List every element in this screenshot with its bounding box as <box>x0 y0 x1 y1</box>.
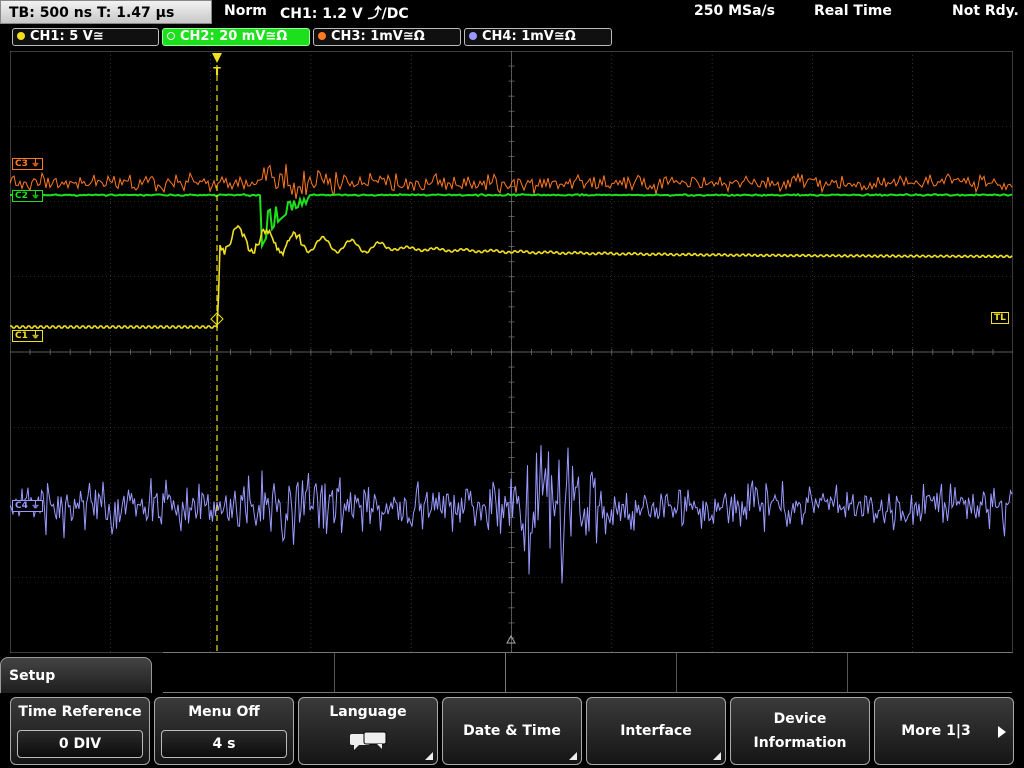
ch2-marker-label: C2 <box>15 191 28 201</box>
submenu-indicator-icon <box>425 752 433 760</box>
time-reference-label: Time Reference <box>18 704 142 720</box>
ch4-color-dot-icon <box>469 32 477 40</box>
ch4-offset-marker[interactable]: C4 ⏚ <box>12 500 44 512</box>
channel-tab-ch4[interactable]: CH4: 1mV≅Ω <box>464 28 612 46</box>
channel-tab-ch2[interactable]: CH2: 20 mV≅Ω <box>162 28 310 46</box>
time-reference-button[interactable]: Time Reference 0 DIV <box>10 697 150 765</box>
waveform-display[interactable]: T C3 ⏚ C2 ⏚ C1 ⏚ C4 ⏚ TL <box>10 51 1013 653</box>
language-speech-bubbles-icon <box>350 731 387 750</box>
timebase-readout[interactable]: TB: 500 ns T: 1.47 µs <box>0 0 212 24</box>
ch3-color-dot-icon <box>318 32 326 40</box>
trigger-level-label: TL <box>994 313 1006 323</box>
waveform-canvas: T <box>10 51 1013 653</box>
menu-divider <box>334 653 335 692</box>
device-information-label: Device Information <box>753 711 847 751</box>
more-label: More 1|3 <box>901 723 971 739</box>
ch2-color-dot-icon <box>167 32 175 40</box>
interface-button[interactable]: Interface <box>586 697 726 765</box>
status-bar: TB: 500 ns T: 1.47 µs Norm CH1: 1.2 V ⤴/… <box>0 0 1024 26</box>
submenu-indicator-icon <box>713 752 721 760</box>
menu-off-value: 4 s <box>161 730 287 758</box>
channel-tab-ch1-label: CH1: 5 V≅ <box>30 29 104 44</box>
acquisition-status: Not Rdy. <box>952 3 1019 19</box>
time-reference-value: 0 DIV <box>17 730 143 758</box>
language-label: Language <box>329 704 407 720</box>
ch1-marker-label: C1 <box>15 331 28 341</box>
acquisition-mode: Real Time <box>814 3 892 19</box>
ch2-offset-marker[interactable]: C2 ⏚ <box>12 190 44 202</box>
channel-tab-ch4-label: CH4: 1mV≅Ω <box>482 29 576 44</box>
language-button[interactable]: Language <box>298 697 438 765</box>
trigger-info: CH1: 1.2 V ⤴/DC <box>280 6 409 22</box>
trigger-level-marker[interactable]: TL <box>991 312 1009 324</box>
menu-off-button[interactable]: Menu Off 4 s <box>154 697 294 765</box>
ch3-offset-marker[interactable]: C3 ⏚ <box>12 158 44 170</box>
date-time-button[interactable]: Date & Time <box>442 697 582 765</box>
device-information-button[interactable]: Device Information <box>730 697 870 765</box>
ch3-marker-label: C3 <box>15 159 28 169</box>
channel-tab-ch3-label: CH3: 1mV≅Ω <box>331 29 425 44</box>
menu-strip <box>163 652 1012 693</box>
more-button[interactable]: More 1|3 <box>874 697 1014 765</box>
menu-title-setup: Setup <box>0 657 152 697</box>
channel-tab-ch1[interactable]: CH1: 5 V≅ <box>12 28 159 46</box>
ch1-color-dot-icon <box>17 32 25 40</box>
next-page-arrow-icon <box>998 726 1006 738</box>
ch1-offset-marker[interactable]: C1 ⏚ <box>12 330 44 342</box>
channel-tab-ch3[interactable]: CH3: 1mV≅Ω <box>313 28 461 46</box>
menu-divider <box>847 653 848 692</box>
trigger-mode: Norm <box>224 3 267 19</box>
menu-divider <box>676 653 677 692</box>
date-time-label: Date & Time <box>463 723 561 739</box>
submenu-indicator-icon <box>569 752 577 760</box>
menu-off-label: Menu Off <box>188 704 260 720</box>
trigger-marker-label: T <box>213 65 221 78</box>
menu-divider <box>505 653 506 692</box>
ch4-marker-label: C4 <box>15 501 28 511</box>
channel-tab-ch2-label: CH2: 20 mV≅Ω <box>180 29 288 44</box>
interface-label: Interface <box>620 723 692 739</box>
sample-rate: 250 MSa/s <box>694 3 776 19</box>
